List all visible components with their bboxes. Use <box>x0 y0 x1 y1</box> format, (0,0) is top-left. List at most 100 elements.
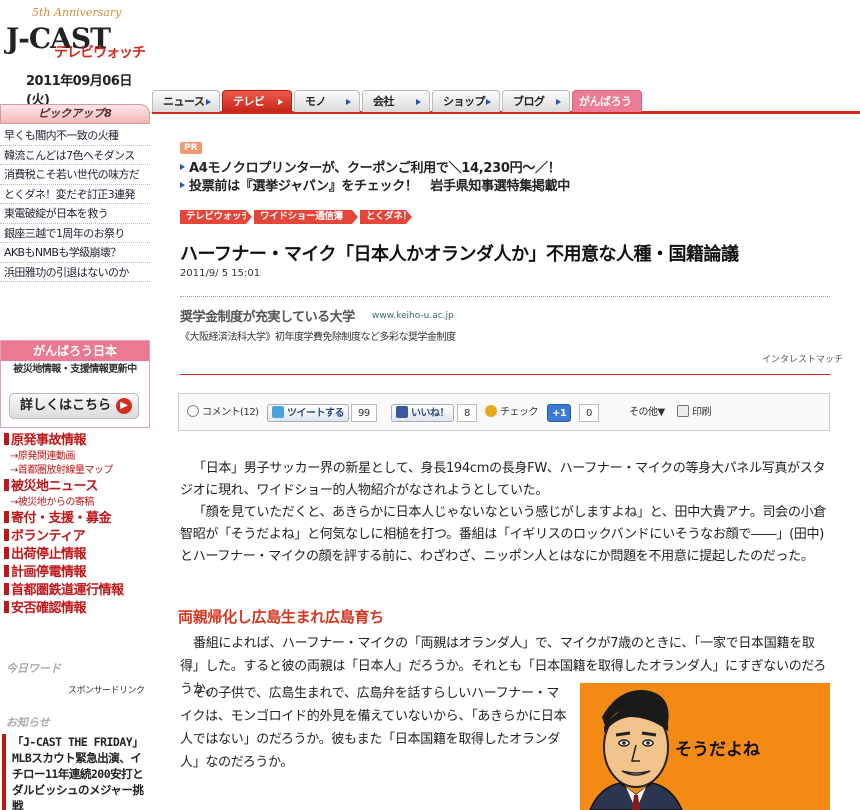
tweet-label: ツイートする <box>287 408 345 419</box>
divider <box>180 374 830 375</box>
pr-badge: PR <box>180 142 202 154</box>
details-button-label: 詳しくはこちら <box>20 398 112 413</box>
article-subheading: 両親帰化し広島生まれ広島育ち <box>178 608 384 626</box>
pickup-item[interactable]: 東電破綻が日本を救う <box>0 204 150 224</box>
pickup-item[interactable]: 消費税こそ若い世代の味方だ <box>0 165 150 185</box>
ganbaro-box: がんばろう日本 被災地情報・支援情報更新中 詳しくはこちら ▶ <box>0 340 150 428</box>
pr-link-label: 投票前は『選挙ジャパン』をチェック！ 岩手県知事選特集掲載中 <box>189 179 571 194</box>
news-heading: お知らせ <box>6 716 50 729</box>
sponsored-label: スポンサードリンク <box>68 686 145 696</box>
tab-mono[interactable]: モノ <box>294 90 360 112</box>
tab-label: 会社 <box>373 95 395 108</box>
print-link[interactable]: 印刷 <box>677 404 712 422</box>
tab-blog[interactable]: ブログ <box>502 90 570 112</box>
article-paragraph: 「日本」男子サッカー界の新星として、身長194cmの長身FW、ハーフナー・マイク… <box>180 461 826 498</box>
pickup-item[interactable]: とくダネ！変だぞ訂正3連発 <box>0 185 150 204</box>
pickup-item[interactable]: 早くも閣内不一致の火種 <box>0 126 150 146</box>
pickup-item[interactable]: AKBもNMBも学級崩壊？ <box>0 243 150 263</box>
triangle-right-icon <box>556 99 561 105</box>
news-link[interactable]: 「J-CAST THE FRIDAY」 MLBスカウト緊急出演、イチロー11年連… <box>2 734 152 810</box>
triangle-right-icon <box>346 99 351 105</box>
left-sidebar: 5th Anniversary J-CAST テレビウォッチ 2011年09月0… <box>0 0 152 810</box>
plusone-count: 0 <box>579 404 599 422</box>
tab-news[interactable]: ニュース <box>152 90 220 112</box>
ad-title[interactable]: 奨学金制度が充実している大学 <box>180 306 355 325</box>
article-paragraph: その子供で、広島生まれで、広島弁を話すらしいハーフナー・マイクは、モンゴロイド的… <box>180 686 567 770</box>
disaster-link[interactable]: 原発事故情報 <box>4 432 150 450</box>
tab-label: モノ <box>305 95 327 108</box>
ganbaro-subheading: 被災地情報・支援情報更新中 <box>13 364 137 375</box>
plusone-button[interactable]: +1 <box>547 404 572 422</box>
anniversary-mark: 5th Anniversary <box>32 6 122 19</box>
current-date: 2011年09月06日(火) <box>26 74 132 108</box>
ganbaro-heading: がんばろう日本 <box>1 341 149 361</box>
check-button[interactable]: チェック <box>485 404 539 422</box>
share-bar: コメント(12) ツイートする 99 いいね！ 8 チェック +1 0 その他▼… <box>178 393 830 431</box>
ad-description[interactable]: 《大阪経済法科大学》初年度学費免除制度など多彩な奨学金制度 <box>180 328 456 343</box>
print-label: 印刷 <box>692 407 712 418</box>
disaster-sublink[interactable]: →原発関連動画 <box>4 450 150 464</box>
article-title: ハーフナー・マイク「日本人かオランダ人か」不用意な人種・国籍論議 <box>180 244 739 265</box>
pickup-item[interactable]: 韓流こんどは7色へそダンス <box>0 146 150 165</box>
site-logo[interactable]: 5th Anniversary J-CAST テレビウォッチ <box>4 4 154 62</box>
facebook-icon <box>396 406 408 418</box>
disaster-link[interactable]: 計画停電情報 <box>4 564 150 582</box>
breadcrumb-item[interactable]: ワイドショー通信簿 <box>254 210 358 224</box>
triangle-right-icon <box>180 164 185 170</box>
pr-link[interactable]: 投票前は『選挙ジャパン』をチェック！ 岩手県知事選特集掲載中 <box>180 175 570 194</box>
comment-link[interactable]: コメント(12) <box>187 404 259 422</box>
triangle-right-icon <box>206 99 211 105</box>
logo-sub: テレビウォッチ <box>54 45 146 61</box>
tab-label: ニュース <box>163 95 205 108</box>
disaster-link[interactable]: 寄付・支援・募金 <box>4 510 150 528</box>
disaster-sublink[interactable]: →被災地からの寄稿 <box>4 496 150 510</box>
article-illustration: そうだよね <box>580 683 830 810</box>
disaster-links: 原発事故情報 →原発関連動画 →首都圏放射線量マップ 被災地ニュース →被災地か… <box>4 432 150 618</box>
triangle-right-icon <box>416 99 421 105</box>
disaster-link[interactable]: 被災地ニュース <box>4 478 150 496</box>
twitter-bird-icon <box>272 406 284 418</box>
tab-ganbaro[interactable]: がんばろう日本 <box>572 90 642 130</box>
like-count: 8 <box>457 404 477 422</box>
pickup-list: 早くも閣内不一致の火種 韓流こんどは7色へそダンス 消費税こそ若い世代の味方だ … <box>0 126 150 282</box>
disaster-link[interactable]: 首都圏鉄道運行情報 <box>4 582 150 600</box>
pickup-item[interactable]: 銀座三越で1周年のお祭り <box>0 224 150 243</box>
tweet-button[interactable]: ツイートする <box>267 404 349 422</box>
details-button[interactable]: 詳しくはこちら ▶ <box>9 393 139 419</box>
main-nav: ニュース テレビ モノ 会社 ショップ ブログ がんばろう日本 <box>152 90 860 130</box>
other-dropdown[interactable]: その他▼ <box>629 404 665 422</box>
pickup-heading: ピックアップ8 <box>0 104 150 124</box>
printer-icon <box>677 405 689 417</box>
tab-label: テレビ <box>233 95 265 108</box>
triangle-right-icon <box>180 182 185 188</box>
like-label: いいね！ <box>411 408 450 419</box>
illustration-caption: そうだよね <box>675 740 760 760</box>
today-word-heading: 今日ワード <box>6 662 61 675</box>
disaster-link[interactable]: 出荷停止情報 <box>4 546 150 564</box>
arrow-right-icon: ▶ <box>116 398 132 414</box>
disaster-link[interactable]: 安否確認情報 <box>4 600 150 618</box>
article-paragraph: 「顔を見ていただくと、あきらかに日本人じゃないなという感じがしますよね」と、田中… <box>180 505 827 564</box>
article-body: 「日本」男子サッカー界の新星として、身長194cmの長身FW、ハーフナー・マイク… <box>180 458 830 568</box>
tab-shop[interactable]: ショップ <box>432 90 500 112</box>
ad-url[interactable]: www.keiho-u.ac.jp <box>372 311 454 321</box>
speech-bubble-icon <box>187 405 199 417</box>
tab-tv[interactable]: テレビ <box>222 90 292 112</box>
tab-label: ブログ <box>513 95 545 108</box>
disaster-link[interactable]: ボランティア <box>4 528 150 546</box>
disaster-sublink[interactable]: →首都圏放射線量マップ <box>4 464 150 478</box>
breadcrumb-item[interactable]: とくダネ！ <box>360 210 412 224</box>
tab-label: がんばろう日本 <box>579 95 632 130</box>
breadcrumb-item[interactable]: テレビウォッチ <box>180 210 252 224</box>
check-label: チェック <box>500 407 539 418</box>
like-button[interactable]: いいね！ <box>391 404 454 422</box>
tab-label: ショップ <box>443 95 486 108</box>
comment-label: コメント(12) <box>202 407 259 418</box>
triangle-right-icon <box>486 99 491 105</box>
ad-credit[interactable]: インタレストマッチ <box>762 352 843 365</box>
tab-company[interactable]: 会社 <box>362 90 430 112</box>
tweet-count: 99 <box>351 404 377 422</box>
pickup-item[interactable]: 浜田雅功の引退はないのか <box>0 263 150 282</box>
pr-link-label: A4モノクロプリンターが、クーポンご利用で＼14,230円～／！ <box>189 161 561 176</box>
pr-link[interactable]: A4モノクロプリンターが、クーポンご利用で＼14,230円～／！ <box>180 157 561 176</box>
